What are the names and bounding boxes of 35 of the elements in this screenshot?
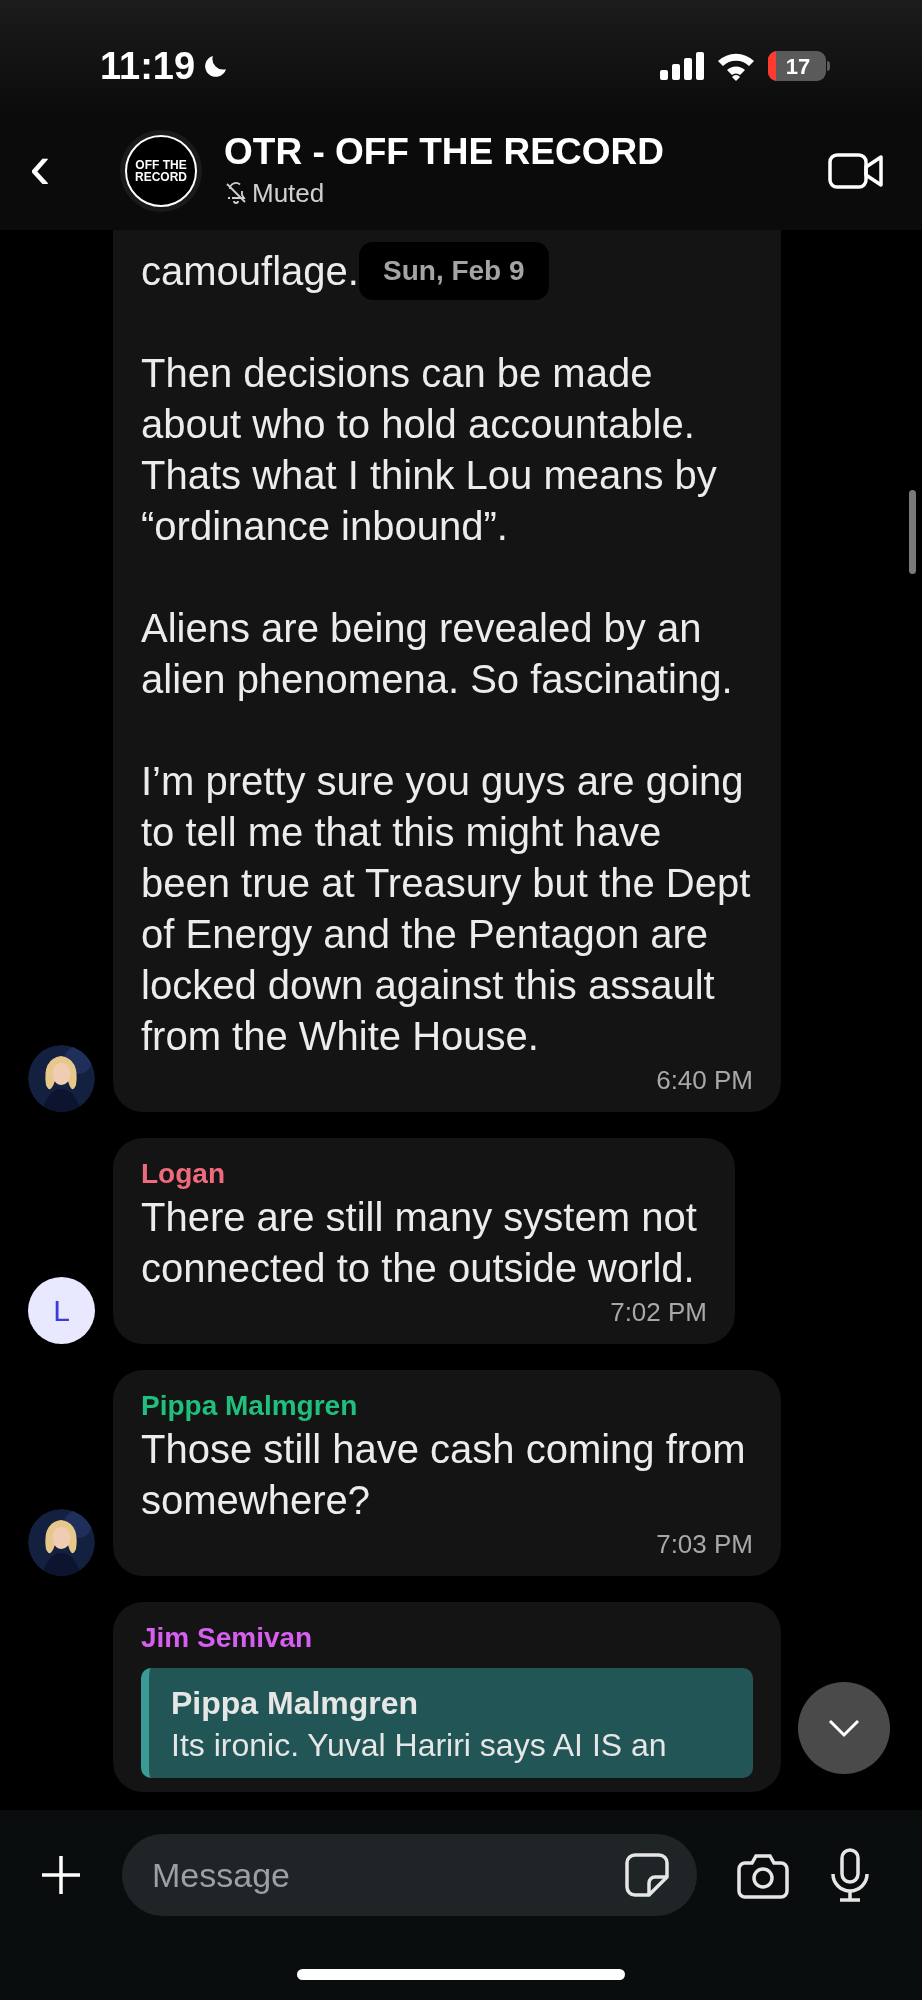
battery-level: 17 xyxy=(784,52,812,81)
message-text: Those still have cash coming from somewhere? xyxy=(141,1426,747,1524)
chat-title[interactable]: OTR - OFF THE RECORD xyxy=(224,129,664,174)
message-time: 7:02 PM xyxy=(610,1296,707,1329)
message-time: 7:03 PM xyxy=(656,1528,753,1561)
back-button[interactable]: ‹ xyxy=(18,134,62,208)
message-text: Then decisions can be made about who to hold accountable. Thats what I think Lou means by “ordinance inbound”. xyxy=(141,350,718,550)
quoted-sender: Pippa Malmgren xyxy=(171,1684,420,1723)
clock-time: 11:19 xyxy=(100,43,196,89)
message-time: 6:40 PM xyxy=(656,1064,753,1097)
message-text: camouflage. xyxy=(141,248,359,295)
logo-text: OFF THE xyxy=(135,159,187,171)
message-field[interactable]: Message xyxy=(152,1849,623,1901)
avatar: L xyxy=(28,1277,95,1344)
message-text: Aliens are being revealed by an alien phenomena. So fascinating. xyxy=(141,605,734,703)
composer-bar[interactable]: Message xyxy=(122,1834,697,1916)
wifi-icon xyxy=(716,51,756,81)
sender-name[interactable]: Logan xyxy=(141,1156,707,1192)
sender-name[interactable]: Pippa Malmgren xyxy=(141,1388,753,1424)
sticker-icon[interactable] xyxy=(623,1851,671,1899)
date-chip: Sun, Feb 9 xyxy=(359,242,549,300)
camera-icon[interactable] xyxy=(737,1851,789,1899)
battery-fill xyxy=(768,51,776,81)
video-call-icon[interactable] xyxy=(828,151,884,191)
signal-icon xyxy=(660,52,704,80)
sender-name[interactable]: Jim Semivan xyxy=(141,1620,753,1656)
plus-icon[interactable] xyxy=(40,1854,82,1896)
microphone-icon[interactable] xyxy=(829,1848,871,1902)
message-text: There are still many system not connected to the outside world. xyxy=(141,1194,698,1292)
message-text: I’m pretty sure you guys are going to tell me that this might have been true at Treasury but the Dept of Energy and the Pentagon are locked down against this assault from the White House. xyxy=(141,758,752,1060)
quoted-text: Its ironic. Yuval Hariri says AI IS an xyxy=(171,1726,668,1765)
quoted-message[interactable]: Pippa Malmgren Its ironic. Yuval Hariri says AI IS an xyxy=(141,1668,753,1778)
chat-status: Muted xyxy=(252,176,325,210)
logo-text: RECORD xyxy=(135,171,187,183)
chevron-down-icon xyxy=(827,1718,861,1738)
